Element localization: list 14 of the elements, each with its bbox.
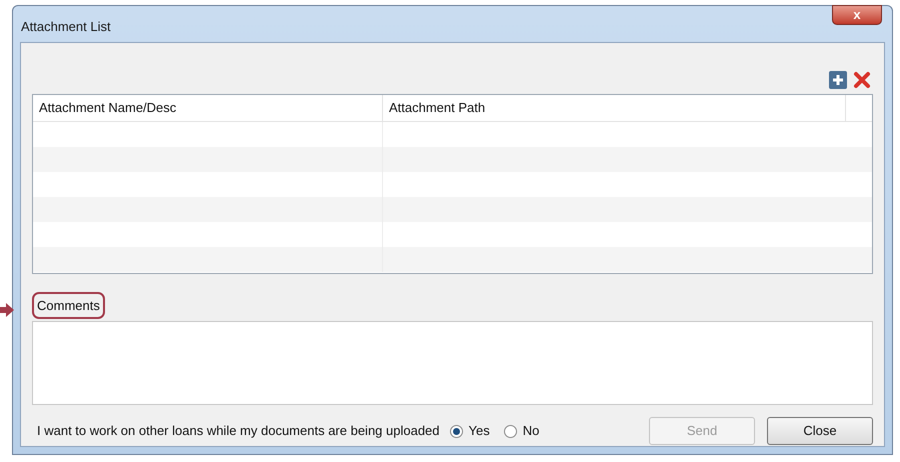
window-title: Attachment List	[21, 18, 111, 36]
column-header[interactable]: Attachment Name/Desc	[33, 95, 383, 121]
radio-icon[interactable]	[504, 424, 517, 438]
window-dismiss-button[interactable]: x	[832, 5, 882, 25]
comments-label: Comments	[32, 292, 105, 319]
upload-question: I want to work on other loans while my documents are being uploaded	[37, 422, 440, 440]
radio-option[interactable]: No	[504, 421, 540, 441]
column-header[interactable]: Attachment Path	[383, 95, 846, 121]
comments-field[interactable]	[32, 321, 873, 405]
close-button[interactable]: Close	[767, 417, 873, 445]
add-icon[interactable]	[829, 71, 847, 89]
delete-icon[interactable]	[853, 71, 871, 89]
radio-icon[interactable]	[450, 424, 463, 438]
radio-option[interactable]: Yes	[450, 421, 490, 441]
